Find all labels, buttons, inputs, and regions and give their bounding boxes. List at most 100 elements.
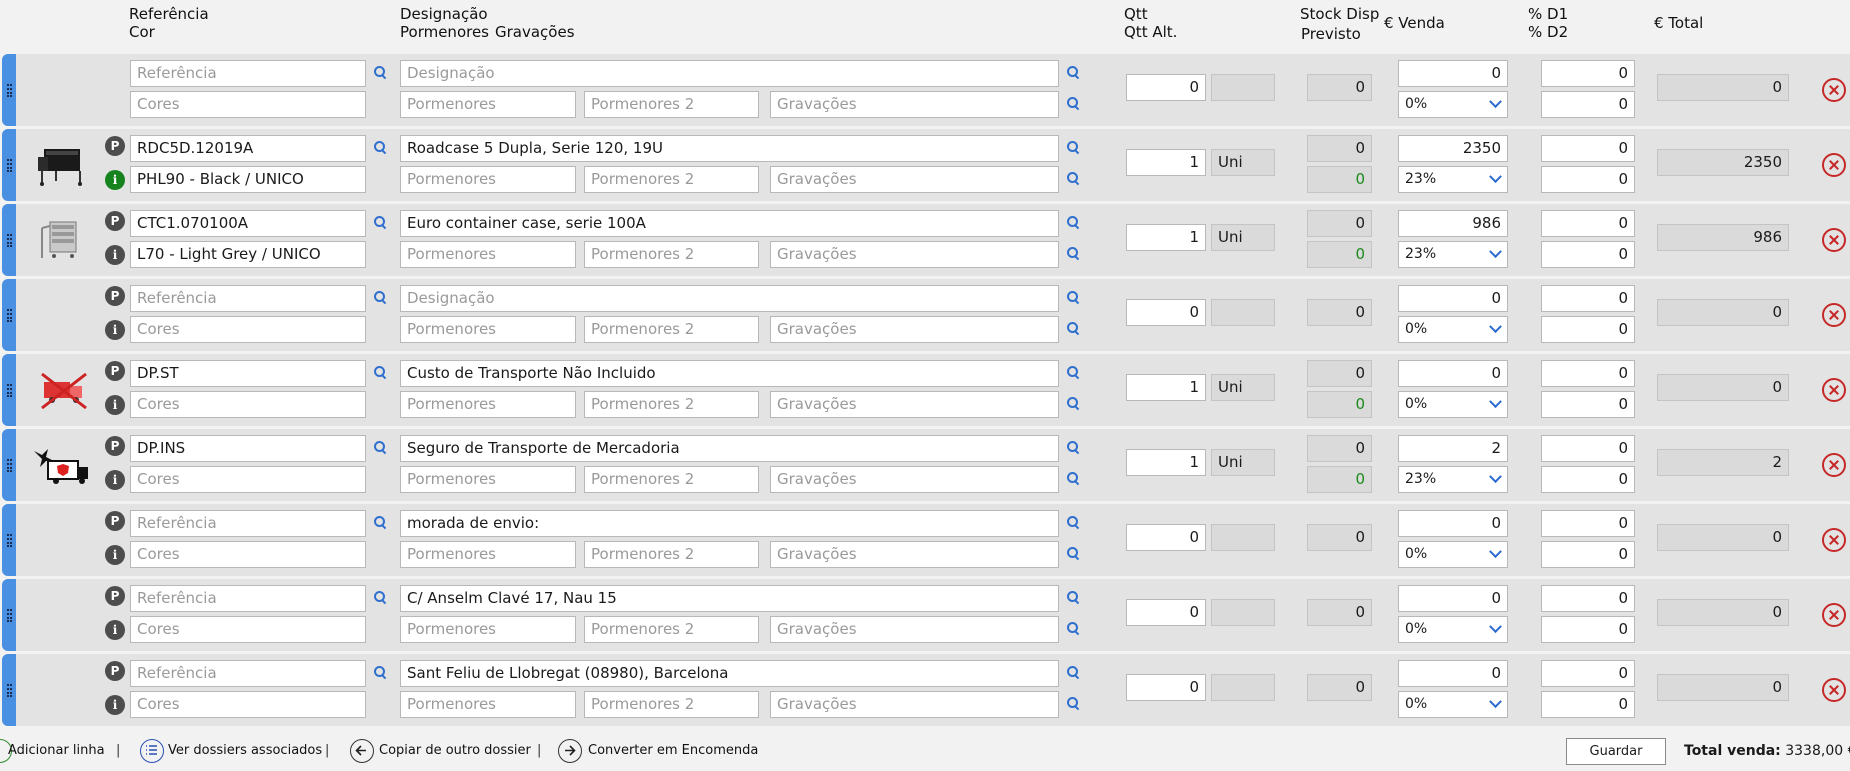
iva-select[interactable]: 23% [1398, 241, 1508, 268]
search-icon[interactable] [1066, 546, 1080, 560]
qtt-input[interactable]: 1 [1126, 149, 1206, 176]
drag-handle[interactable] [2, 204, 16, 276]
venda-input[interactable]: 0 [1398, 60, 1508, 87]
cores-input[interactable]: Cores [130, 691, 366, 718]
pormenores-input[interactable]: Pormenores [400, 166, 576, 193]
product-p-icon[interactable]: P [105, 286, 125, 306]
qtt-input[interactable]: 1 [1126, 374, 1206, 401]
product-p-icon[interactable]: P [105, 136, 125, 156]
designacao-input[interactable]: Euro container case, serie 100A [400, 210, 1059, 237]
pormenores-input[interactable]: Pormenores [400, 691, 576, 718]
delete-line-icon[interactable] [1822, 228, 1846, 252]
pormenores-input[interactable]: Pormenores [400, 316, 576, 343]
pormenores2-input[interactable]: Pormenores 2 [584, 616, 759, 643]
referencia-input[interactable]: Referência [130, 510, 366, 537]
info-icon[interactable]: i [105, 545, 125, 565]
copy-dossier-action[interactable]: Copiar de outro dossier [350, 738, 531, 764]
product-p-icon[interactable]: P [105, 436, 125, 456]
product-p-icon[interactable]: P [105, 661, 125, 681]
search-icon[interactable] [373, 290, 387, 304]
info-icon[interactable]: i [105, 320, 125, 340]
search-icon[interactable] [1066, 321, 1080, 335]
iva-select[interactable]: 0% [1398, 616, 1508, 643]
venda-input[interactable]: 0 [1398, 510, 1508, 537]
search-icon[interactable] [1066, 140, 1080, 154]
gravacoes-input[interactable]: Gravações [770, 391, 1059, 418]
d1-input[interactable]: 0 [1541, 135, 1635, 162]
convert-order-action[interactable]: Converter em Encomenda [558, 738, 758, 764]
venda-input[interactable]: 0 [1398, 585, 1508, 612]
info-icon[interactable]: i [105, 170, 125, 190]
search-icon[interactable] [1066, 621, 1080, 635]
qtt-input[interactable]: 1 [1126, 224, 1206, 251]
cores-input[interactable]: L70 - Light Grey / UNICO [130, 241, 366, 268]
delete-line-icon[interactable] [1822, 303, 1846, 327]
designacao-input[interactable]: morada de envio: [400, 510, 1059, 537]
d1-input[interactable]: 0 [1541, 510, 1635, 537]
search-icon[interactable] [1066, 665, 1080, 679]
qtt-input[interactable]: 0 [1126, 674, 1206, 701]
view-dossiers-action[interactable]: Ver dossiers associados [138, 738, 322, 764]
designacao-input[interactable]: C/ Anselm Clavé 17, Nau 15 [400, 585, 1059, 612]
d1-input[interactable]: 0 [1541, 660, 1635, 687]
d2-input[interactable]: 0 [1541, 466, 1635, 493]
pormenores-input[interactable]: Pormenores [400, 541, 576, 568]
referencia-input[interactable]: Referência [130, 285, 366, 312]
search-icon[interactable] [1066, 471, 1080, 485]
venda-input[interactable]: 0 [1398, 660, 1508, 687]
search-icon[interactable] [1066, 365, 1080, 379]
gravacoes-input[interactable]: Gravações [770, 691, 1059, 718]
drag-handle[interactable] [2, 579, 16, 651]
designacao-input[interactable]: Seguro de Transporte de Mercadoria [400, 435, 1059, 462]
search-icon[interactable] [1066, 590, 1080, 604]
cores-input[interactable]: Cores [130, 541, 366, 568]
pormenores-input[interactable]: Pormenores [400, 391, 576, 418]
info-icon[interactable]: i [105, 695, 125, 715]
designacao-input[interactable]: Custo de Transporte Não Incluido [400, 360, 1059, 387]
search-icon[interactable] [1066, 696, 1080, 710]
search-icon[interactable] [373, 215, 387, 229]
gravacoes-input[interactable]: Gravações [770, 541, 1059, 568]
venda-input[interactable]: 0 [1398, 285, 1508, 312]
product-p-icon[interactable]: P [105, 211, 125, 231]
venda-input[interactable]: 2350 [1398, 135, 1508, 162]
add-line-action[interactable]: Adicionar linha [0, 738, 105, 764]
designacao-input[interactable]: Designação [400, 285, 1059, 312]
d2-input[interactable]: 0 [1541, 691, 1635, 718]
cores-input[interactable]: Cores [130, 316, 366, 343]
search-icon[interactable] [1066, 65, 1080, 79]
search-icon[interactable] [1066, 215, 1080, 229]
referencia-input[interactable]: RDC5D.12019A [130, 135, 366, 162]
referencia-input[interactable]: DP.INS [130, 435, 366, 462]
delete-line-icon[interactable] [1822, 153, 1846, 177]
pormenores2-input[interactable]: Pormenores 2 [584, 691, 759, 718]
search-icon[interactable] [373, 665, 387, 679]
gravacoes-input[interactable]: Gravações [770, 166, 1059, 193]
cores-input[interactable]: PHL90 - Black / UNICO [130, 166, 366, 193]
pormenores2-input[interactable]: Pormenores 2 [584, 466, 759, 493]
gravacoes-input[interactable]: Gravações [770, 616, 1059, 643]
product-p-icon[interactable]: P [105, 586, 125, 606]
d1-input[interactable]: 0 [1541, 60, 1635, 87]
d2-input[interactable]: 0 [1541, 391, 1635, 418]
iva-select[interactable]: 0% [1398, 391, 1508, 418]
delete-line-icon[interactable] [1822, 678, 1846, 702]
info-icon[interactable]: i [105, 470, 125, 490]
cores-input[interactable]: Cores [130, 91, 366, 118]
iva-select[interactable]: 23% [1398, 466, 1508, 493]
venda-input[interactable]: 0 [1398, 360, 1508, 387]
gravacoes-input[interactable]: Gravações [770, 91, 1059, 118]
delete-line-icon[interactable] [1822, 453, 1846, 477]
save-button[interactable]: Guardar [1566, 738, 1666, 765]
qtt-input[interactable]: 0 [1126, 299, 1206, 326]
iva-select[interactable]: 0% [1398, 316, 1508, 343]
d1-input[interactable]: 0 [1541, 435, 1635, 462]
pormenores2-input[interactable]: Pormenores 2 [584, 91, 759, 118]
pormenores-input[interactable]: Pormenores [400, 466, 576, 493]
d2-input[interactable]: 0 [1541, 91, 1635, 118]
search-icon[interactable] [1066, 440, 1080, 454]
delete-line-icon[interactable] [1822, 78, 1846, 102]
info-icon[interactable]: i [105, 395, 125, 415]
iva-select[interactable]: 0% [1398, 91, 1508, 118]
search-icon[interactable] [373, 65, 387, 79]
